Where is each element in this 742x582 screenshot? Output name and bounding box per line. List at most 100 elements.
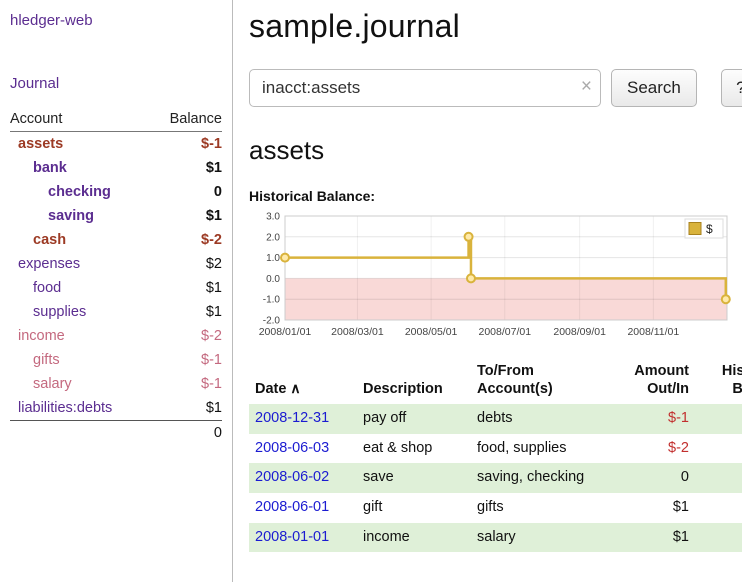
- transaction-description: gift: [357, 493, 471, 523]
- transaction-date-link[interactable]: 2008-06-01: [255, 499, 329, 515]
- register-header-description: Description: [357, 360, 471, 404]
- account-link[interactable]: saving: [10, 208, 94, 224]
- register-row: 2008-06-03 eat & shopfood, supplies$-20: [249, 434, 742, 464]
- help-button[interactable]: ?: [721, 69, 742, 107]
- register-header-date[interactable]: Date ∧: [249, 360, 357, 404]
- svg-text:2008/01/01: 2008/01/01: [259, 326, 312, 338]
- register-row: 2008-12-31pay offdebts$-1$-1: [249, 404, 742, 434]
- account-row: liabilities:debts $1: [10, 396, 222, 421]
- header-label: Date: [255, 381, 286, 397]
- transaction-historical-balance: $-1: [695, 404, 742, 434]
- svg-text:2008/05/01: 2008/05/01: [405, 326, 458, 338]
- transaction-historical-balance: 0: [695, 434, 742, 464]
- account-row: gifts$-1: [10, 348, 222, 372]
- svg-text:2008/11/01: 2008/11/01: [627, 326, 679, 338]
- account-balance: 0: [150, 180, 222, 204]
- transaction-amount: $-2: [611, 434, 695, 464]
- register-header-row: Date ∧ Description To/From Account(s) Amoun…: [249, 360, 742, 404]
- app-window: hledger-web Journal Account Balance asse…: [0, 0, 742, 582]
- svg-text:$: $: [706, 222, 713, 236]
- accounts-header-account: Account: [10, 108, 150, 132]
- search-bar: × Search ?: [249, 69, 742, 107]
- sidebar-item-journal[interactable]: Journal: [10, 75, 222, 92]
- transaction-description: income: [357, 523, 471, 553]
- transaction-accounts: food, supplies: [471, 434, 611, 464]
- account-link[interactable]: income: [10, 328, 65, 344]
- account-link[interactable]: assets: [10, 136, 63, 152]
- svg-text:-1.0: -1.0: [263, 295, 281, 306]
- transaction-amount: $-1: [611, 404, 695, 434]
- search-input[interactable]: [249, 69, 601, 107]
- svg-text:2.0: 2.0: [266, 232, 280, 243]
- app-title-link[interactable]: hledger-web: [10, 12, 222, 29]
- sort-asc-icon: ∧: [286, 380, 300, 396]
- transaction-amount: $1: [611, 493, 695, 523]
- transaction-amount: 0: [611, 463, 695, 493]
- transaction-date-link[interactable]: 2008-06-02: [255, 469, 329, 485]
- chart-title: Historical Balance:: [249, 188, 742, 204]
- account-balance: $1: [150, 276, 222, 300]
- svg-text:0.0: 0.0: [266, 274, 280, 285]
- account-balance: $1: [150, 156, 222, 180]
- transaction-description: pay off: [357, 404, 471, 434]
- transaction-date-link[interactable]: 2008-12-31: [255, 410, 329, 426]
- account-row: bank $1: [10, 156, 222, 180]
- transaction-description: save: [357, 463, 471, 493]
- transaction-accounts: salary: [471, 523, 611, 553]
- transaction-amount: $1: [611, 523, 695, 553]
- page-title: sample.journal: [249, 8, 742, 45]
- account-link[interactable]: food: [10, 280, 61, 296]
- accounts-table: Account Balance assets $-1 bank $1 checking 0…: [10, 108, 222, 445]
- account-link[interactable]: gifts: [10, 352, 60, 368]
- search-button[interactable]: Search: [611, 69, 697, 107]
- svg-text:2008/03/01: 2008/03/01: [331, 326, 384, 338]
- svg-text:-2.0: -2.0: [263, 316, 281, 327]
- transaction-date-link[interactable]: 2008-01-01: [255, 529, 329, 545]
- accounts-total-balance: 0: [10, 421, 222, 446]
- account-balance: $-1: [150, 372, 222, 396]
- accounts-total-row: 0: [10, 421, 222, 446]
- transaction-description: eat & shop: [357, 434, 471, 464]
- account-link[interactable]: checking: [10, 184, 111, 200]
- transaction-historical-balance: $1: [695, 523, 742, 553]
- svg-text:3.0: 3.0: [266, 212, 280, 223]
- accounts-header-row: Account Balance: [10, 108, 222, 132]
- account-link[interactable]: salary: [10, 376, 72, 392]
- svg-text:1.0: 1.0: [266, 253, 280, 264]
- register-header-amount-out-in: Amount Out/In: [611, 360, 695, 404]
- account-row: saving $1: [10, 204, 222, 228]
- header-label: Historical Balance: [722, 363, 742, 397]
- register-table: Date ∧ Description To/From Account(s) Amoun…: [249, 360, 742, 552]
- register-header-historical-balance: Historical Balance: [695, 360, 742, 404]
- register-row: 2008-06-01 giftgifts$1$2: [249, 493, 742, 523]
- register-row: 2008-06-02savesaving, checking0$2: [249, 463, 742, 493]
- account-row: food $1: [10, 276, 222, 300]
- account-link[interactable]: expenses: [10, 256, 80, 272]
- account-row: supplies$1: [10, 300, 222, 324]
- chart-svg: 3.0 2.0 1.0 0.0 -1.0 -2.02008/01/01 2008/03/01…: [249, 208, 735, 354]
- register-header-to-from-account-s: To/From Account(s): [471, 360, 611, 404]
- account-link[interactable]: supplies: [10, 304, 86, 320]
- account-balance: $-1: [150, 132, 222, 157]
- account-link[interactable]: liabilities:debts: [10, 400, 112, 416]
- clear-search-icon[interactable]: ×: [581, 76, 592, 98]
- account-link[interactable]: cash: [10, 232, 66, 248]
- account-row: cash $-2: [10, 228, 222, 252]
- transaction-date-link[interactable]: 2008-06-03: [255, 440, 329, 456]
- account-row: assets $-1: [10, 132, 222, 157]
- account-balance: $2: [150, 252, 222, 276]
- transaction-accounts: debts: [471, 404, 611, 434]
- account-row: income$-2: [10, 324, 222, 348]
- account-balance: $1: [150, 204, 222, 228]
- transaction-accounts: saving, checking: [471, 463, 611, 493]
- account-balance: $-2: [150, 228, 222, 252]
- main-content: sample.journal × Search ? assets Histori…: [233, 0, 742, 582]
- header-label: Amount Out/In: [634, 363, 689, 397]
- transaction-historical-balance: $2: [695, 493, 742, 523]
- historical-balance-chart: 3.0 2.0 1.0 0.0 -1.0 -2.02008/01/01 2008/03/01…: [249, 208, 742, 354]
- header-label: Description: [363, 381, 443, 397]
- account-link[interactable]: bank: [10, 160, 67, 176]
- transaction-accounts: gifts: [471, 493, 611, 523]
- header-label: To/From Account(s): [477, 363, 553, 397]
- account-balance: $1: [150, 396, 222, 421]
